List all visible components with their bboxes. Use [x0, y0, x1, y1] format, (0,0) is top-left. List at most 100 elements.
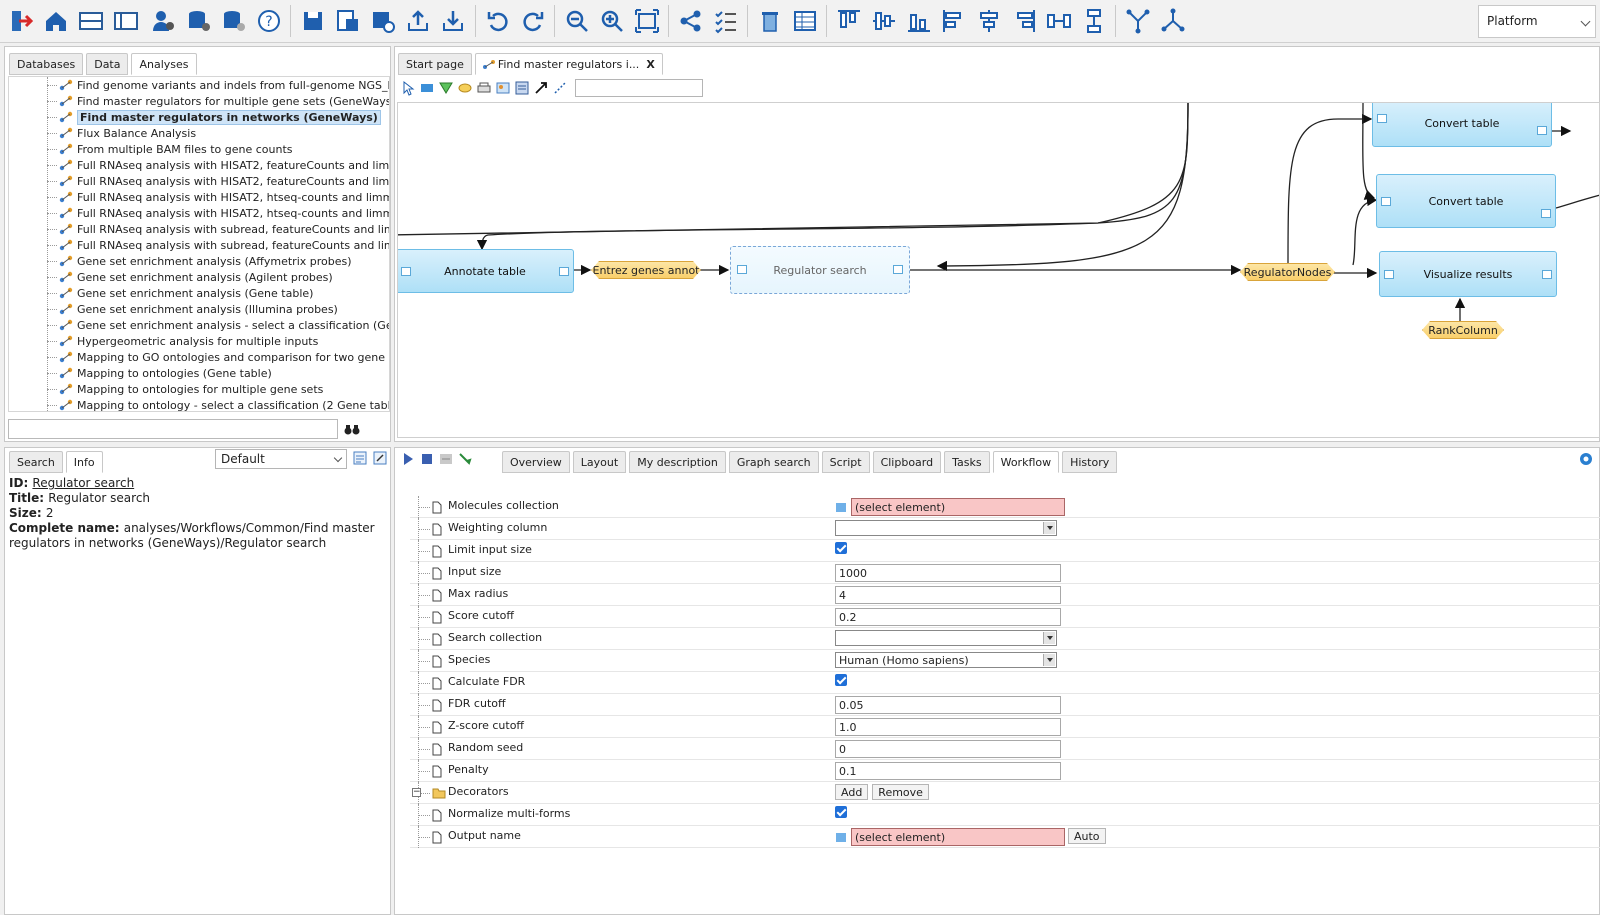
platform-select[interactable]: Platform [1478, 5, 1596, 38]
image-tool-icon[interactable] [495, 80, 511, 96]
tree-item[interactable]: Gene set enrichment analysis - select a … [46, 317, 389, 333]
property-text-input[interactable]: 1.0 [835, 718, 1061, 736]
tab-my-description[interactable]: My description [629, 451, 726, 473]
node-output-port[interactable] [1542, 270, 1552, 279]
document-icon[interactable] [352, 450, 368, 466]
tree-item[interactable]: Find master regulators in networks (Gene… [47, 109, 381, 125]
layout-tree-icon[interactable] [1156, 4, 1190, 38]
node-output-port[interactable] [1541, 209, 1551, 218]
tree-item[interactable]: Mapping to ontologies for multiple gene … [46, 381, 323, 397]
layout-graph-icon[interactable] [1121, 4, 1155, 38]
tree-item[interactable]: Find master regulators for multiple gene… [47, 93, 389, 109]
user-info-icon[interactable] [146, 4, 180, 38]
node-output-port[interactable] [893, 265, 903, 274]
ellipse-tool-icon[interactable] [457, 80, 473, 96]
property-checkbox[interactable] [835, 542, 847, 554]
tree-item[interactable]: Find genome variants and indels from ful… [46, 77, 389, 93]
save-icon[interactable] [296, 4, 330, 38]
rectangle-tool-icon[interactable] [419, 80, 435, 96]
remove-button[interactable]: Remove [872, 784, 929, 800]
property-text-input[interactable]: 1000 [835, 564, 1061, 582]
tree-item[interactable]: Flux Balance Analysis [46, 125, 196, 141]
property-text-input[interactable]: 0 [835, 740, 1061, 758]
element-picker-field[interactable]: (select element) [851, 498, 1065, 516]
stop-icon[interactable] [419, 451, 435, 467]
tab-tasks[interactable]: Tasks [944, 451, 990, 473]
tree-item[interactable]: Full RNAseq analysis with subread, featu… [46, 221, 389, 237]
edit-icon[interactable] [372, 450, 388, 466]
hex-entrez-genes-annot[interactable]: Entrez genes annot [591, 261, 701, 279]
property-select[interactable] [835, 520, 1057, 536]
info-view-select[interactable]: Default [215, 449, 347, 469]
auto-button[interactable]: Auto [1068, 828, 1106, 844]
property-checkbox[interactable] [835, 674, 847, 686]
node-input-port[interactable] [401, 267, 411, 276]
tab-script[interactable]: Script [821, 451, 870, 473]
node-input-port[interactable] [1384, 270, 1394, 279]
zoom-out-icon[interactable] [560, 4, 594, 38]
tab-info[interactable]: Info [65, 451, 103, 473]
property-text-input[interactable]: 4 [835, 586, 1061, 604]
property-select[interactable] [835, 630, 1057, 646]
tree-search-input[interactable] [8, 419, 338, 439]
tab-clipboard[interactable]: Clipboard [872, 451, 942, 473]
distribute-horizontal-icon[interactable] [1042, 4, 1076, 38]
property-text-input[interactable]: 0.1 [835, 762, 1061, 780]
align-center-icon[interactable] [972, 4, 1006, 38]
redo-icon[interactable] [516, 4, 550, 38]
tree-item[interactable]: Gene set enrichment analysis (Agilent pr… [47, 269, 333, 285]
note-tool-icon[interactable] [514, 80, 530, 96]
align-bottom-icon[interactable] [902, 4, 936, 38]
database-settings-icon[interactable] [182, 4, 216, 38]
tab-search[interactable]: Search [9, 451, 63, 473]
tab-workflow[interactable]: Workflow [992, 451, 1060, 473]
table-view-icon[interactable] [788, 4, 822, 38]
element-picker-icon[interactable] [835, 500, 849, 514]
align-top-icon[interactable] [832, 4, 866, 38]
binoculars-icon[interactable] [343, 420, 361, 438]
panel-view-icon[interactable] [109, 4, 143, 38]
zoom-in-icon[interactable] [595, 4, 629, 38]
node-convert-table-1[interactable]: Convert table [1372, 103, 1552, 147]
tree-item[interactable]: Mapping to GO ontologies and comparison … [46, 349, 389, 365]
tab-layout[interactable]: Layout [572, 451, 627, 473]
info-id-link[interactable]: Regulator search [32, 476, 134, 490]
tab-graph-search[interactable]: Graph search [728, 451, 819, 473]
workflow-diagram[interactable]: Annotate table Entrez genes annot Regula… [397, 102, 1600, 438]
help-icon[interactable]: ? [252, 4, 286, 38]
node-regulator-search[interactable]: Regulator search [730, 246, 910, 294]
node-output-port[interactable] [559, 267, 569, 276]
node-input-port[interactable] [737, 265, 747, 274]
element-picker-field[interactable]: (select element) [851, 828, 1065, 846]
tree-item[interactable]: Full RNAseq analysis with subread, featu… [46, 237, 389, 253]
play-icon[interactable] [400, 451, 416, 467]
save-as-icon[interactable] [331, 4, 365, 38]
tab-databases[interactable]: Databases [9, 53, 84, 75]
property-select[interactable]: Human (Homo sapiens) [835, 652, 1057, 668]
share-icon[interactable] [674, 4, 708, 38]
arrow-tool-icon[interactable] [533, 80, 549, 96]
collapse-icon[interactable]: − [412, 788, 421, 797]
node-input-port[interactable] [1381, 197, 1391, 206]
property-text-input[interactable]: 0.2 [835, 608, 1061, 626]
home-icon[interactable] [39, 4, 73, 38]
tab-data[interactable]: Data [86, 53, 129, 75]
pointer-tool-icon[interactable] [400, 80, 416, 96]
tree-item[interactable]: Full RNAseq analysis with HISAT2, featur… [47, 157, 389, 173]
tab-history[interactable]: History [1062, 451, 1118, 473]
step-icon[interactable] [438, 451, 454, 467]
tab-overview[interactable]: Overview [502, 451, 570, 473]
tree-item[interactable]: Gene set enrichment analysis (Illumina p… [47, 301, 338, 317]
gear-icon[interactable] [1578, 451, 1594, 467]
printer-tool-icon[interactable] [476, 80, 492, 96]
node-input-port[interactable] [1377, 114, 1387, 123]
import-icon[interactable] [436, 4, 470, 38]
undo-icon[interactable] [481, 4, 515, 38]
filter-tool-icon[interactable] [438, 80, 454, 96]
tree-item[interactable]: Gene set enrichment analysis (Affymetrix… [47, 253, 352, 269]
export-icon[interactable] [401, 4, 435, 38]
tree-item[interactable]: Full RNAseq analysis with HISAT2, featur… [47, 173, 389, 189]
node-visualize-results[interactable]: Visualize results [1379, 251, 1557, 297]
database-connect-icon[interactable] [217, 4, 251, 38]
node-convert-table-2[interactable]: Convert table [1376, 174, 1556, 228]
